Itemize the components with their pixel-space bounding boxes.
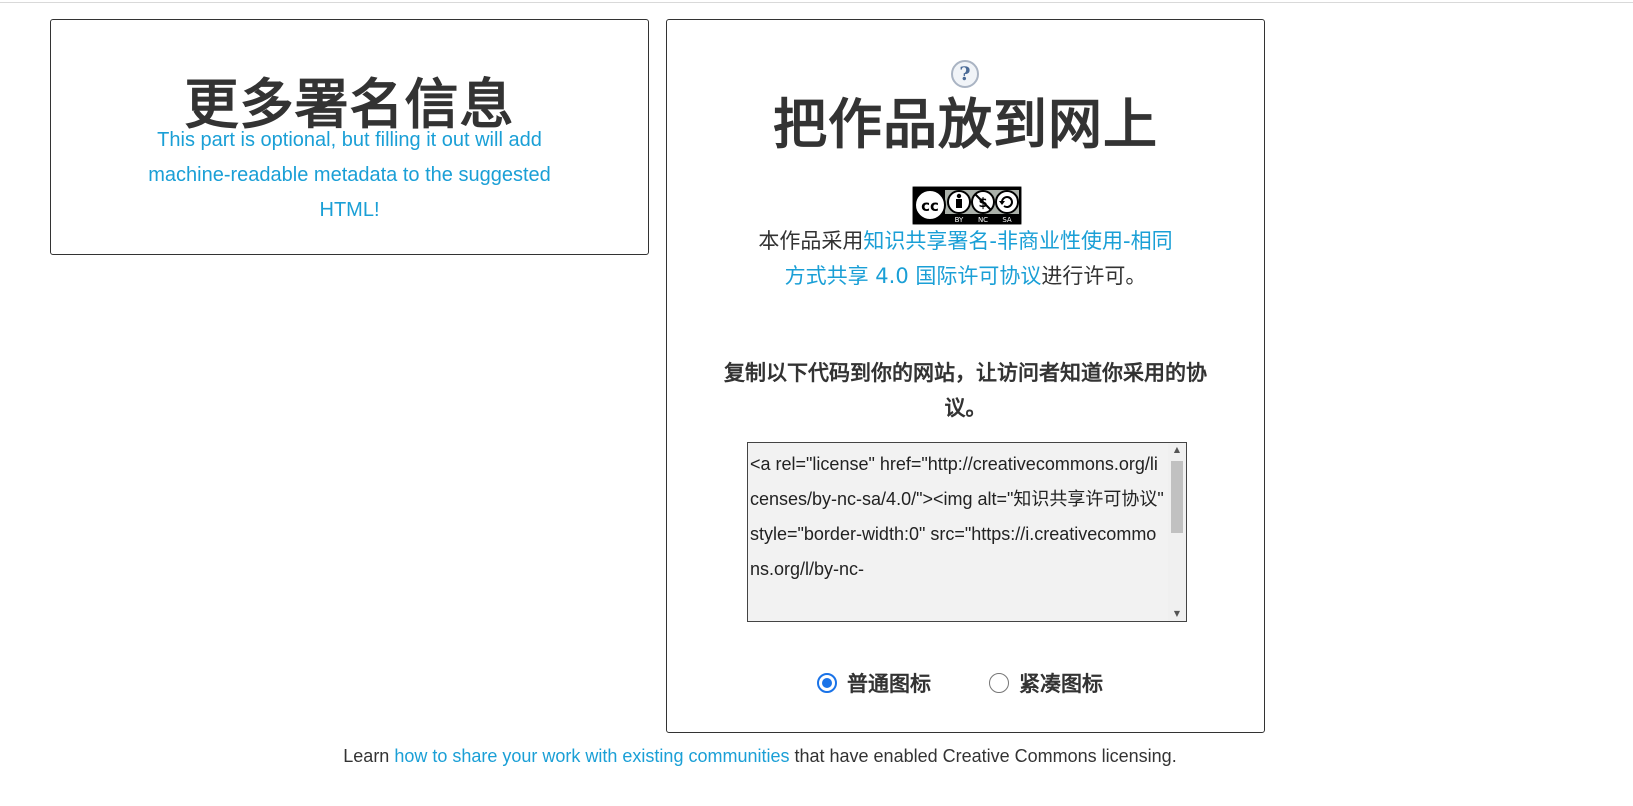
scroll-thumb[interactable] <box>1171 461 1183 533</box>
footer-prefix: Learn <box>343 746 395 766</box>
compact-icon-radio[interactable] <box>989 673 1009 693</box>
license-badge-graphic: cc $ BY NC SA <box>913 187 1021 224</box>
normal-icon-label[interactable]: 普通图标 <box>847 668 931 698</box>
normal-icon-option[interactable]: 普通图标 <box>817 668 931 698</box>
question-mark-icon[interactable]: ? <box>951 60 979 88</box>
svg-text:cc: cc <box>921 197 939 215</box>
attribution-description: This part is optional, but filling it ou… <box>148 129 551 221</box>
badge-label-by: BY <box>955 216 964 224</box>
attribution-info-card: 更多署名信息 This part is optional, but fillin… <box>50 19 649 255</box>
scroll-down-arrow-icon[interactable]: ▼ <box>1168 607 1186 621</box>
top-divider <box>0 2 1633 3</box>
badge-label-sa: SA <box>1002 216 1012 224</box>
html-code-text[interactable]: <a rel="license" href="http://creativeco… <box>750 447 1164 587</box>
license-suffix: 进行许可。 <box>1041 264 1147 288</box>
scroll-up-arrow-icon[interactable]: ▲ <box>1168 443 1186 457</box>
footer-note: Learn how to share your work with existi… <box>0 746 1520 767</box>
put-online-card: ? 把作品放到网上 cc $ BY NC SA 本作品采用知识共享署名-非商业性… <box>666 19 1265 733</box>
license-statement: 本作品采用知识共享署名-非商业性使用-相同方式共享 4.0 国际许可协议进行许可… <box>757 224 1174 294</box>
license-prefix: 本作品采用 <box>758 229 864 253</box>
put-online-title: 把作品放到网上 <box>773 93 1158 156</box>
compact-icon-label[interactable]: 紧凑图标 <box>1019 668 1103 698</box>
share-communities-link[interactable]: how to share your work with existing com… <box>394 746 789 766</box>
code-scrollbar[interactable]: ▲ ▼ <box>1168 443 1186 621</box>
cc-by-nc-sa-badge[interactable]: cc $ BY NC SA <box>912 186 1022 225</box>
footer-suffix: that have enabled Creative Commons licen… <box>789 746 1177 766</box>
copy-code-instruction: 复制以下代码到你的网站，让访问者知道你采用的协议。 <box>724 361 1207 420</box>
normal-icon-radio[interactable] <box>817 673 837 693</box>
compact-icon-option[interactable]: 紧凑图标 <box>989 668 1103 698</box>
html-code-textarea[interactable]: <a rel="license" href="http://creativeco… <box>747 442 1187 622</box>
badge-label-nc: NC <box>978 216 988 224</box>
